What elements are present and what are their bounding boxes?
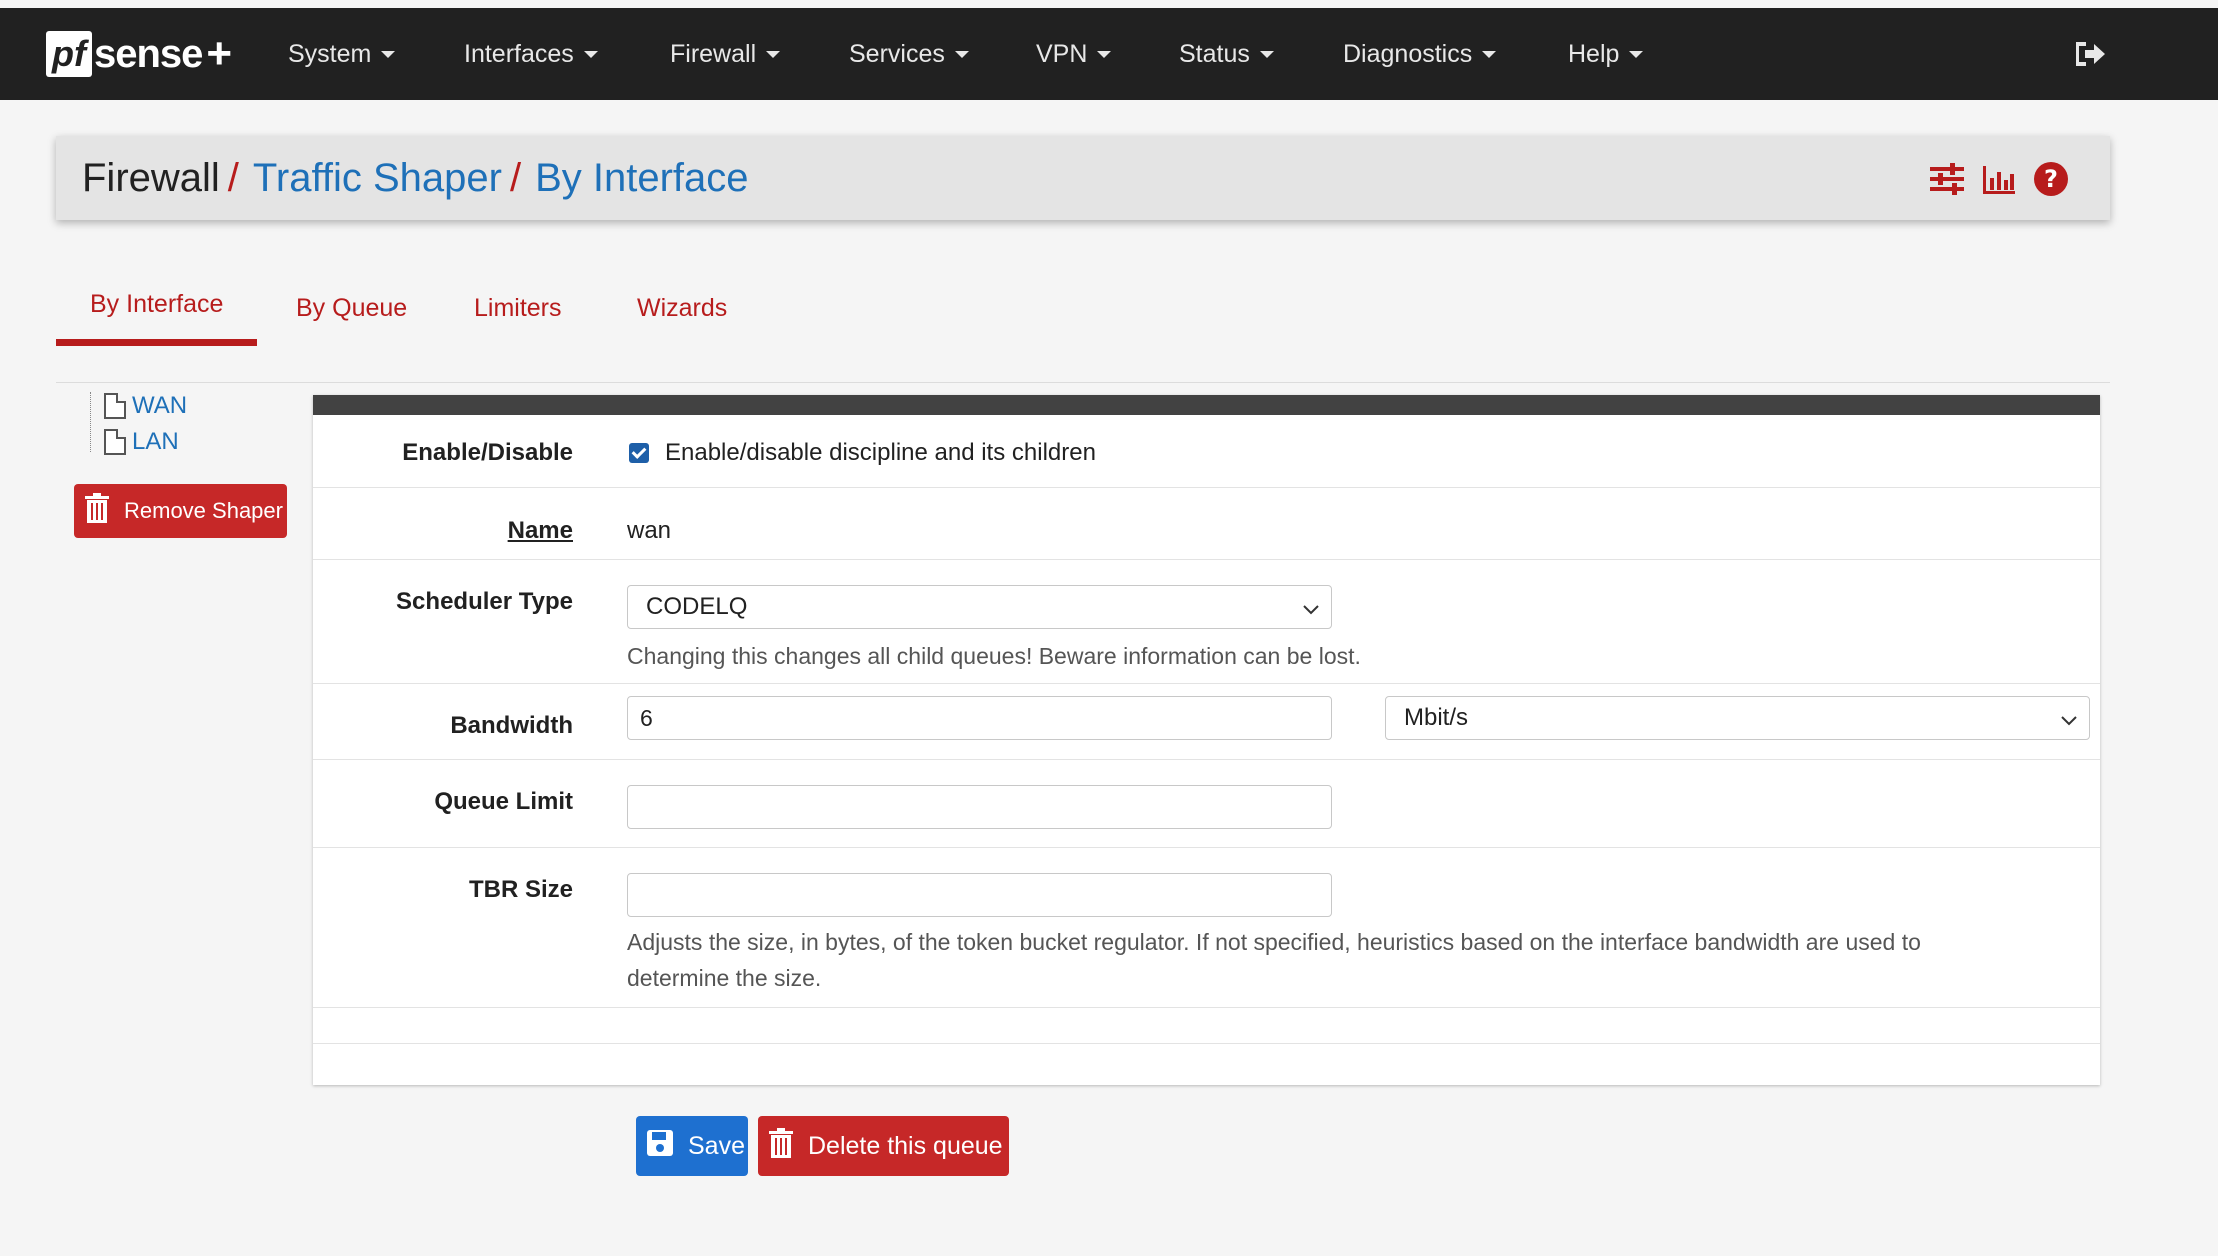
name-value: wan bbox=[627, 517, 672, 544]
delete-queue-button[interactable]: Delete this queue bbox=[758, 1116, 1009, 1176]
help-question-icon[interactable]: ? bbox=[2032, 160, 2070, 198]
scheduler-type-select[interactable]: CODELQ bbox=[627, 585, 1332, 629]
tree-item-lan[interactable]: LAN bbox=[104, 428, 179, 456]
logo-plus: + bbox=[206, 29, 233, 78]
nav-services-menu[interactable]: Services bbox=[849, 8, 969, 100]
row-tbr-size: TBR Size Adjusts the size, in bytes, of … bbox=[313, 848, 2100, 1008]
tree-item-label: WAN bbox=[132, 392, 188, 419]
scheduler-type-value: CODELQ bbox=[646, 593, 748, 620]
enable-checkbox-text: Enable/disable discipline and its childr… bbox=[665, 439, 1096, 466]
caret-down-icon bbox=[1097, 50, 1112, 58]
top-navbar: pf sense + System Interfaces Firewall Se… bbox=[0, 8, 2218, 100]
document-icon bbox=[104, 429, 126, 455]
row-enable: Enable/Disable Enable/disable discipline… bbox=[313, 415, 2100, 488]
remove-shaper-button[interactable]: Remove Shaper bbox=[74, 484, 287, 538]
row-scheduler: Scheduler Type CODELQ Changing this chan… bbox=[313, 560, 2100, 684]
nav-firewall-label: Firewall bbox=[670, 39, 757, 68]
caret-down-icon bbox=[1482, 50, 1497, 58]
enable-label: Enable/Disable bbox=[402, 439, 573, 466]
nav-vpn-menu[interactable]: VPN bbox=[1036, 8, 1112, 100]
remove-shaper-label: Remove Shaper bbox=[124, 498, 283, 523]
bandwidth-label: Bandwidth bbox=[450, 712, 573, 739]
enable-checkbox[interactable] bbox=[629, 443, 649, 463]
breadcrumb-separator: / bbox=[509, 155, 522, 200]
breadcrumb-icons: ? bbox=[1928, 160, 2070, 198]
save-label: Save bbox=[688, 1131, 745, 1160]
tab-wizards[interactable]: Wizards bbox=[637, 270, 727, 346]
breadcrumb: Firewall / Traffic Shaper / By Interface bbox=[56, 136, 2110, 220]
queue-limit-label: Queue Limit bbox=[434, 788, 573, 815]
row-name: Name wan bbox=[313, 488, 2100, 560]
caret-down-icon bbox=[766, 50, 781, 58]
nav-diagnostics-label: Diagnostics bbox=[1343, 39, 1473, 68]
bar-chart-icon[interactable] bbox=[1980, 160, 2018, 198]
nav-help-label: Help bbox=[1568, 39, 1620, 68]
caret-down-icon bbox=[381, 50, 396, 58]
chevron-down-icon bbox=[2059, 709, 2079, 729]
nav-interfaces-menu[interactable]: Interfaces bbox=[464, 8, 598, 100]
panel-heading bbox=[313, 395, 2100, 415]
pfsense-logo[interactable]: pf sense + bbox=[46, 26, 232, 82]
caret-down-icon bbox=[1629, 50, 1644, 58]
tabs-divider bbox=[56, 382, 2110, 383]
nav-firewall-menu[interactable]: Firewall bbox=[670, 8, 781, 100]
caret-down-icon bbox=[583, 50, 598, 58]
logo-pf: pf bbox=[46, 31, 92, 77]
sliders-icon[interactable] bbox=[1928, 160, 1966, 198]
document-icon bbox=[104, 393, 126, 419]
tbr-size-input[interactable] bbox=[627, 873, 1332, 917]
nav-system-menu[interactable]: System bbox=[288, 8, 396, 100]
breadcrumb-by-interface[interactable]: By Interface bbox=[535, 156, 748, 201]
trash-icon bbox=[84, 492, 110, 530]
tree-item-label: LAN bbox=[132, 428, 179, 455]
bandwidth-input[interactable]: 6 bbox=[627, 696, 1332, 740]
bandwidth-unit-select[interactable]: Mbit/s bbox=[1385, 696, 2090, 740]
tree-item-wan[interactable]: WAN bbox=[104, 392, 187, 420]
breadcrumb-traffic-shaper[interactable]: Traffic Shaper bbox=[253, 156, 502, 201]
nav-system-label: System bbox=[288, 39, 372, 68]
row-queue-limit: Queue Limit bbox=[313, 760, 2100, 848]
svg-text:?: ? bbox=[2044, 165, 2058, 193]
delete-queue-label: Delete this queue bbox=[808, 1131, 1003, 1160]
breadcrumb-firewall: Firewall bbox=[82, 155, 220, 200]
nav-status-menu[interactable]: Status bbox=[1179, 8, 1274, 100]
nav-status-label: Status bbox=[1179, 39, 1250, 68]
bandwidth-unit-value: Mbit/s bbox=[1404, 704, 1469, 731]
breadcrumb-separator: / bbox=[227, 155, 239, 200]
scheduler-type-label: Scheduler Type bbox=[396, 588, 573, 615]
tbr-size-label: TBR Size bbox=[468, 876, 573, 903]
nav-services-label: Services bbox=[849, 39, 945, 68]
caret-down-icon bbox=[1259, 50, 1274, 58]
name-label: Name bbox=[507, 517, 573, 544]
nav-interfaces-label: Interfaces bbox=[464, 39, 574, 68]
logout-icon[interactable] bbox=[2072, 38, 2108, 70]
caret-down-icon bbox=[954, 50, 969, 58]
nav-vpn-label: VPN bbox=[1036, 39, 1088, 68]
row-bandwidth: Bandwidth 6 Mbit/s bbox=[313, 684, 2100, 760]
tab-limiters[interactable]: Limiters bbox=[474, 270, 562, 346]
nav-help-menu[interactable]: Help bbox=[1568, 8, 1644, 100]
scheduler-type-help: Changing this changes all child queues! … bbox=[627, 643, 1361, 669]
trash-icon bbox=[768, 1127, 794, 1166]
tbr-size-help-line1: Adjusts the size, in bytes, of the token… bbox=[627, 929, 1921, 955]
nav-diagnostics-menu[interactable]: Diagnostics bbox=[1343, 8, 1497, 100]
tree-connector bbox=[90, 392, 91, 452]
shaper-form-panel: Enable/Disable Enable/disable discipline… bbox=[313, 395, 2100, 1085]
save-button[interactable]: Save bbox=[636, 1116, 748, 1176]
bandwidth-value: 6 bbox=[640, 704, 653, 731]
tab-by-queue[interactable]: By Queue bbox=[296, 270, 407, 346]
save-icon bbox=[646, 1129, 674, 1164]
chevron-down-icon bbox=[1301, 598, 1321, 618]
row-empty bbox=[313, 1008, 2100, 1044]
tab-by-interface[interactable]: By Interface bbox=[56, 270, 258, 346]
tbr-size-help-line2: determine the size. bbox=[627, 965, 822, 991]
queue-limit-input[interactable] bbox=[627, 785, 1332, 829]
logo-sense: sense bbox=[93, 31, 203, 76]
